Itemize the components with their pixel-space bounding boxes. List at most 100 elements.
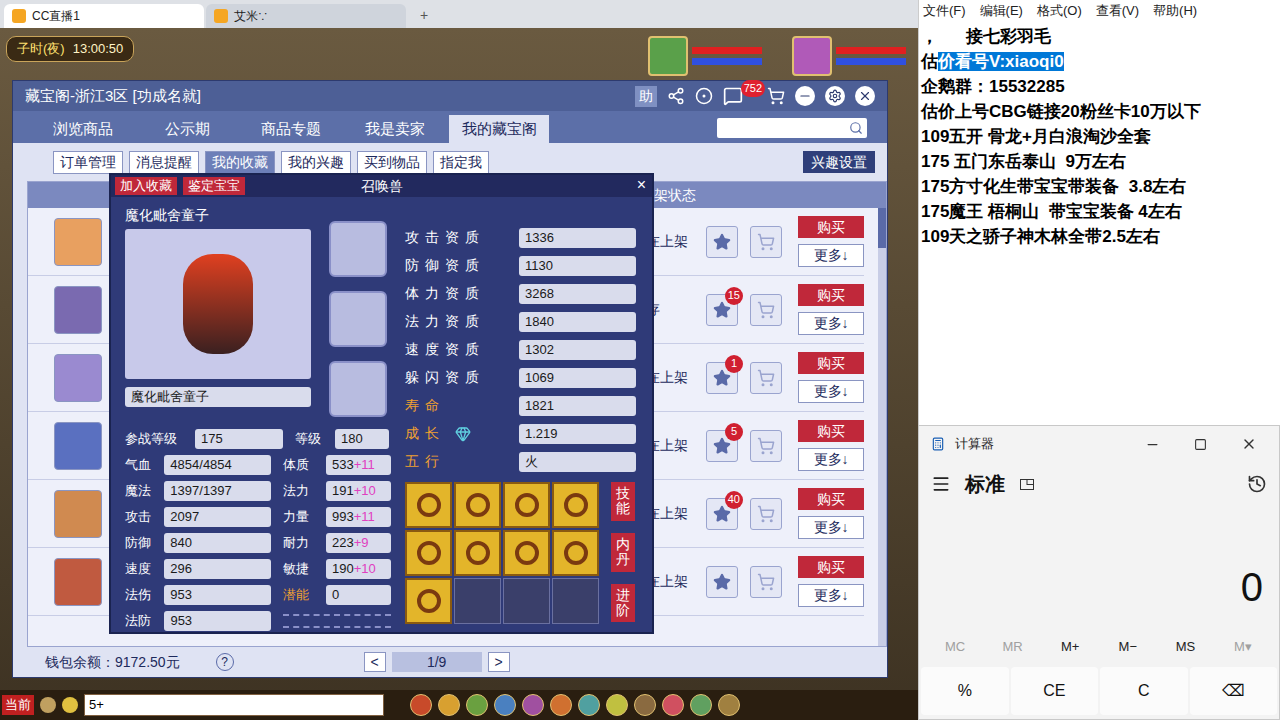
cart-button[interactable] — [750, 362, 782, 394]
calculator-key[interactable]: ⌫ — [1190, 667, 1278, 715]
cart-button[interactable] — [750, 294, 782, 326]
prev-page-button[interactable]: < — [364, 652, 386, 672]
favorite-button[interactable] — [706, 566, 738, 598]
message-button[interactable]: 752 — [723, 86, 743, 106]
side-tab-button[interactable]: 内丹 — [611, 533, 635, 572]
sub-tab[interactable]: 指定我 — [433, 151, 489, 174]
favorite-button[interactable] — [706, 226, 738, 258]
browser-tab[interactable]: CC直播1 — [4, 4, 204, 28]
toolbar-icon[interactable] — [578, 694, 600, 716]
settings-icon[interactable] — [825, 86, 845, 106]
skill-slot[interactable] — [503, 530, 550, 576]
skill-slot[interactable] — [552, 482, 599, 528]
close-icon[interactable] — [1241, 436, 1257, 452]
dialog-action-button[interactable]: 加入收藏 — [115, 177, 177, 195]
memory-button[interactable]: MS — [1165, 637, 1205, 657]
minimize-icon[interactable] — [1145, 437, 1160, 452]
maximize-icon[interactable] — [1194, 438, 1207, 451]
skill-slot[interactable] — [405, 578, 452, 624]
toolbar-icon[interactable] — [690, 694, 712, 716]
cart-button[interactable] — [750, 430, 782, 462]
cart-icon[interactable] — [767, 87, 785, 105]
buy-button[interactable]: 购买 — [798, 352, 864, 374]
toolbar-icon[interactable] — [494, 694, 516, 716]
buy-button[interactable]: 购买 — [798, 284, 864, 306]
menu-item[interactable]: 编辑(E) — [980, 1, 1023, 21]
toolbar-icon[interactable] — [438, 694, 460, 716]
equipment-slot[interactable] — [329, 361, 387, 417]
calculator-key[interactable]: % — [921, 667, 1009, 715]
memory-button[interactable]: M− — [1108, 637, 1148, 657]
toolbar-icon[interactable] — [522, 694, 544, 716]
main-tab[interactable]: 浏览商品 — [33, 115, 133, 143]
menu-item[interactable]: 查看(V) — [1096, 1, 1139, 21]
side-tab-button[interactable]: 进阶 — [611, 584, 635, 623]
cart-button[interactable] — [750, 498, 782, 530]
more-button[interactable]: 更多↓ — [798, 244, 864, 267]
close-icon[interactable] — [855, 86, 875, 106]
party-member[interactable] — [792, 36, 906, 76]
chat-channel[interactable]: 当前 — [2, 695, 34, 715]
main-tab[interactable]: 我的藏宝阁 — [449, 115, 549, 143]
party-member[interactable] — [648, 36, 762, 76]
record-icon[interactable] — [695, 87, 713, 105]
skill-slot[interactable] — [454, 530, 501, 576]
menu-item[interactable]: 格式(O) — [1037, 1, 1082, 21]
skill-slot[interactable] — [503, 482, 550, 528]
cart-button[interactable] — [750, 566, 782, 598]
dialog-close-button[interactable]: × — [637, 175, 646, 195]
equipment-slot[interactable] — [329, 291, 387, 347]
toolbar-icon[interactable] — [606, 694, 628, 716]
skill-slot[interactable] — [552, 578, 599, 624]
calculator-key[interactable]: CE — [1011, 667, 1099, 715]
main-tab[interactable]: 公示期 — [137, 115, 237, 143]
skill-slot[interactable] — [405, 530, 452, 576]
toolbar-icon[interactable] — [662, 694, 684, 716]
skill-slot[interactable] — [454, 482, 501, 528]
sub-tab[interactable]: 我的收藏 — [205, 151, 275, 174]
chat-input[interactable]: 5+ — [84, 694, 384, 716]
skill-slot[interactable] — [405, 482, 452, 528]
favorite-button[interactable]: 40 — [706, 498, 738, 530]
menu-item[interactable]: 帮助(H) — [1153, 1, 1197, 21]
sub-tab[interactable]: 消息提醒 — [129, 151, 199, 174]
equipment-slot[interactable] — [329, 221, 387, 277]
menu-icon[interactable] — [931, 474, 951, 494]
more-button[interactable]: 更多↓ — [798, 312, 864, 335]
cart-button[interactable] — [750, 226, 782, 258]
toolbar-icon[interactable] — [634, 694, 656, 716]
skill-slot[interactable] — [454, 578, 501, 624]
favorite-button[interactable]: 1 — [706, 362, 738, 394]
keep-on-top-icon[interactable] — [1019, 476, 1035, 492]
help-button[interactable]: ? — [216, 653, 234, 671]
main-tab[interactable]: 商品专题 — [241, 115, 341, 143]
favorite-button[interactable]: 15 — [706, 294, 738, 326]
memory-button[interactable]: M+ — [1050, 637, 1090, 657]
buy-button[interactable]: 购买 — [798, 488, 864, 510]
sub-tab[interactable]: 订单管理 — [53, 151, 123, 174]
more-button[interactable]: 更多↓ — [798, 584, 864, 607]
scrollbar[interactable] — [878, 208, 886, 646]
toolbar-icon[interactable] — [410, 694, 432, 716]
sub-tab[interactable]: 我的兴趣 — [281, 151, 351, 174]
minimize-icon[interactable] — [795, 86, 815, 106]
main-tab[interactable]: 我是卖家 — [345, 115, 445, 143]
browser-tab[interactable]: 艾米∵ — [206, 4, 406, 28]
skill-slot[interactable] — [503, 578, 550, 624]
buy-button[interactable]: 购买 — [798, 420, 864, 442]
share-icon[interactable] — [667, 87, 685, 105]
buy-button[interactable]: 购买 — [798, 216, 864, 238]
more-button[interactable]: 更多↓ — [798, 516, 864, 539]
toolbar-icon[interactable] — [466, 694, 488, 716]
skill-slot[interactable] — [552, 530, 599, 576]
buy-button[interactable]: 购买 — [798, 556, 864, 578]
more-button[interactable]: 更多↓ — [798, 380, 864, 403]
more-button[interactable]: 更多↓ — [798, 448, 864, 471]
interest-settings-button[interactable]: 兴趣设置 — [803, 151, 875, 173]
help-button[interactable]: 助 — [635, 86, 657, 107]
history-icon[interactable] — [1247, 474, 1267, 494]
sub-tab[interactable]: 买到物品 — [357, 151, 427, 174]
dialog-action-button[interactable]: 鉴定宝宝 — [183, 177, 245, 195]
side-tab-button[interactable]: 技能 — [611, 482, 635, 521]
new-tab-button[interactable]: + — [414, 6, 434, 24]
